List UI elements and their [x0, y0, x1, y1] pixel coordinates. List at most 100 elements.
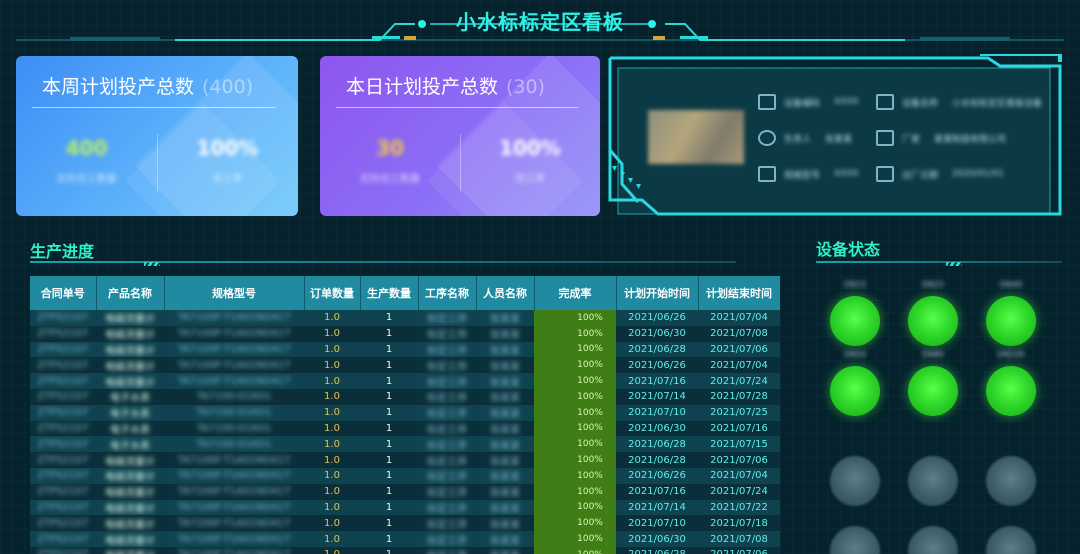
card-title: 本日计划投产总数 (30)	[346, 72, 545, 99]
table-cell: 标定工序	[418, 546, 476, 554]
cell-text: 张某某	[490, 361, 520, 373]
table-cell: 2021/07/10	[616, 515, 698, 532]
table-cell: ZTPS2107	[30, 325, 96, 342]
cell-text: 电磁流量计	[105, 535, 155, 547]
device-label: DN25	[921, 280, 945, 289]
column-header: 人员名称	[476, 276, 535, 310]
table-cell: 1.0	[304, 373, 360, 389]
table-cell: 100%	[534, 452, 616, 468]
info-value: 小水标标定区看板设备	[952, 98, 1043, 109]
table-cell: 1	[360, 515, 418, 532]
cell-text: 标定工序	[427, 488, 467, 500]
table-cell: TA7100F-T1A01ND417	[164, 373, 304, 389]
info-label: 规格型号	[784, 170, 821, 181]
column-header: 生产数量	[360, 276, 419, 310]
cell-text: 标定工序	[427, 535, 467, 547]
table-cell: 2021/06/30	[616, 325, 698, 342]
table-row: ZTPS2107 电磁流量计 TA7100F-T1A01ND417 1.01 标定工序 张…	[30, 499, 780, 516]
table-cell: 1	[360, 404, 418, 421]
cell-text: 标定工序	[427, 472, 467, 484]
table-cell: 100%	[534, 499, 616, 516]
table-cell: 100%	[534, 467, 616, 484]
table-cell: 2021/06/26	[616, 467, 698, 484]
device-status-item	[986, 510, 1036, 554]
cell-text: ZTPS2107	[37, 533, 89, 545]
device-label: DN15	[843, 280, 867, 289]
table-cell: 2021/06/28	[616, 546, 698, 554]
table-row: ZTPS2107 电磁流量计 TA7100F-T1A01ND417 1.01 标定工序 张…	[30, 373, 780, 389]
cell-text: 张某某	[490, 472, 520, 484]
info-value: 张某某	[825, 134, 853, 145]
table-cell: 2021/07/16	[616, 483, 698, 500]
table-row: ZTPS2107 电磁流量计 TA7100F-T1A01ND417 1.01 标定工序 张…	[30, 357, 780, 374]
cell-text: TA7100F-T1A01ND417	[177, 470, 291, 482]
table-cell: TA7100F-T1A01ND417	[164, 467, 304, 484]
cell-text: ZTPS2107	[37, 343, 89, 355]
cell-text: 标定工序	[427, 330, 467, 342]
device-info-panel: 设备编码 XXXX 设备名称 小水标标定区看板设备 负责人 张某某 厂家 某某制…	[608, 54, 1070, 218]
cell-text: 张某某	[490, 503, 520, 515]
table-cell: 2021/06/28	[616, 452, 698, 468]
table-cell: ZTPS2107	[30, 499, 96, 516]
table-cell: 张某某	[476, 483, 534, 500]
cell-text: 张某某	[490, 456, 520, 468]
card-divider	[32, 107, 276, 108]
table-cell: 2021/07/25	[698, 404, 780, 421]
page-title: 小水标标定区看板	[456, 10, 624, 34]
info-item-maker: 厂家 某某制造有限公司	[876, 130, 1006, 146]
table-cell: 张某某	[476, 436, 534, 453]
cell-text: 标定工序	[427, 424, 467, 436]
table-cell: TA7100-D1K01	[164, 404, 304, 421]
table-cell: 1	[360, 499, 418, 516]
completion-rate-value: 100%	[499, 136, 561, 160]
cell-text: 张某某	[490, 330, 520, 342]
table-cell: 电子水表	[96, 420, 164, 437]
table-cell: 1.0	[304, 483, 360, 500]
cell-text: 张某某	[490, 314, 520, 326]
table-cell: 标定工序	[418, 388, 476, 405]
cell-text: ZTPS2107	[37, 328, 89, 340]
table-cell: 张某某	[476, 404, 534, 421]
edit-icon	[876, 94, 894, 110]
device-status-item	[908, 440, 958, 506]
cell-text: 标定工序	[427, 409, 467, 421]
cell-text: 张某某	[490, 440, 520, 452]
section-underline	[30, 261, 736, 263]
table-cell: 1	[360, 436, 418, 453]
cell-text: 电磁流量计	[105, 330, 155, 342]
table-cell: 2021/07/08	[698, 325, 780, 342]
column-header: 完成率	[534, 276, 617, 310]
building-icon	[876, 130, 894, 146]
table-cell: ZTPS2107	[30, 341, 96, 358]
table-cell: 标定工序	[418, 499, 476, 516]
table-cell: 100%	[534, 420, 616, 437]
table-cell: 标定工序	[418, 531, 476, 547]
table-cell: 标定工序	[418, 483, 476, 500]
cell-text: 电磁流量计	[105, 472, 155, 484]
table-cell: 2021/07/24	[698, 373, 780, 389]
completion-rate-label: 完工率	[515, 174, 545, 185]
cell-text: 电磁流量计	[105, 503, 155, 515]
table-cell: 2021/07/14	[616, 499, 698, 516]
device-label	[830, 440, 880, 452]
table-cell: 100%	[534, 357, 616, 374]
table-cell: 1.0	[304, 404, 360, 421]
table-cell: 1.0	[304, 515, 360, 532]
table-cell: 2021/07/14	[616, 388, 698, 405]
table-cell: 标定工序	[418, 373, 476, 389]
device-status-item: DN80	[908, 350, 958, 416]
table-cell: 1.0	[304, 531, 360, 547]
cell-text: 标定工序	[427, 503, 467, 515]
cell-text: TA7100F-T1A01ND417	[177, 375, 291, 387]
table-row: ZTPS2107 电磁流量计 TA7100F-T1A01ND417 1.01 标定工序 张…	[30, 467, 780, 484]
table-row: ZTPS2107 电磁流量计 TA7100F-T1A01ND417 1.01 标定工序 张…	[30, 452, 780, 468]
column-header: 产品名称	[96, 276, 165, 310]
device-status-item: DN100	[986, 350, 1036, 416]
weekly-plan-card: 本周计划投产总数 (400) 400 实际完工数量 100% 完工率	[16, 56, 298, 216]
device-status-item	[830, 440, 880, 506]
table-cell: 1	[360, 483, 418, 500]
table-cell: 2021/07/04	[698, 357, 780, 374]
table-cell: 电子水表	[96, 388, 164, 405]
table-cell: 张某某	[476, 546, 534, 554]
info-item-name: 设备名称 小水标标定区看板设备	[876, 94, 1042, 110]
